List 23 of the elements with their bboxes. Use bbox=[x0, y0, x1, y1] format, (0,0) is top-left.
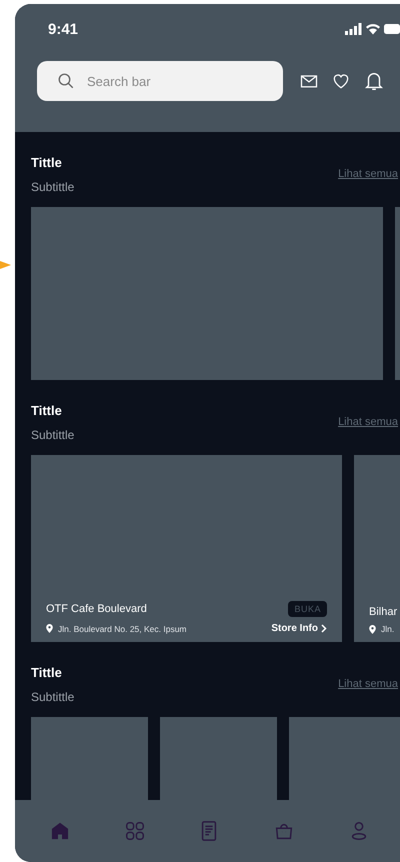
location-pin-icon bbox=[369, 624, 376, 634]
store-name: Bilhar bbox=[369, 606, 398, 618]
status-time: 9:41 bbox=[48, 20, 78, 38]
arrow-icon bbox=[0, 259, 12, 271]
location-pin-icon bbox=[46, 624, 53, 633]
section-subtitle: Subtittle bbox=[31, 428, 74, 442]
search-field[interactable]: Search bar bbox=[37, 61, 283, 101]
section-title: Tittle bbox=[31, 154, 63, 170]
search-icon bbox=[57, 72, 75, 90]
section-title: Tittle bbox=[31, 664, 63, 680]
section-title: Tittle bbox=[31, 402, 63, 418]
grid-icon bbox=[124, 820, 146, 842]
store-info-link[interactable]: Store Info bbox=[271, 623, 327, 634]
store-address: Jln. bbox=[381, 624, 394, 634]
chevron-right-icon bbox=[321, 624, 327, 633]
section-subtitle: Subtittle bbox=[31, 690, 74, 704]
store-card[interactable]: OTF Cafe Boulevard BUKA Jln. Boulevard No. 25, Kec. Ipsum Store Info bbox=[31, 455, 342, 642]
store-card[interactable]: Bilhar Jln. bbox=[354, 455, 400, 642]
store-address: Jln. Boulevard No. 25, Kec. Ipsum bbox=[58, 624, 187, 634]
store-name: OTF Cafe Boulevard bbox=[46, 603, 147, 615]
section-subtitle: Subtittle bbox=[31, 180, 74, 194]
status-badge: BUKA bbox=[288, 601, 327, 617]
status-icons bbox=[345, 23, 400, 35]
